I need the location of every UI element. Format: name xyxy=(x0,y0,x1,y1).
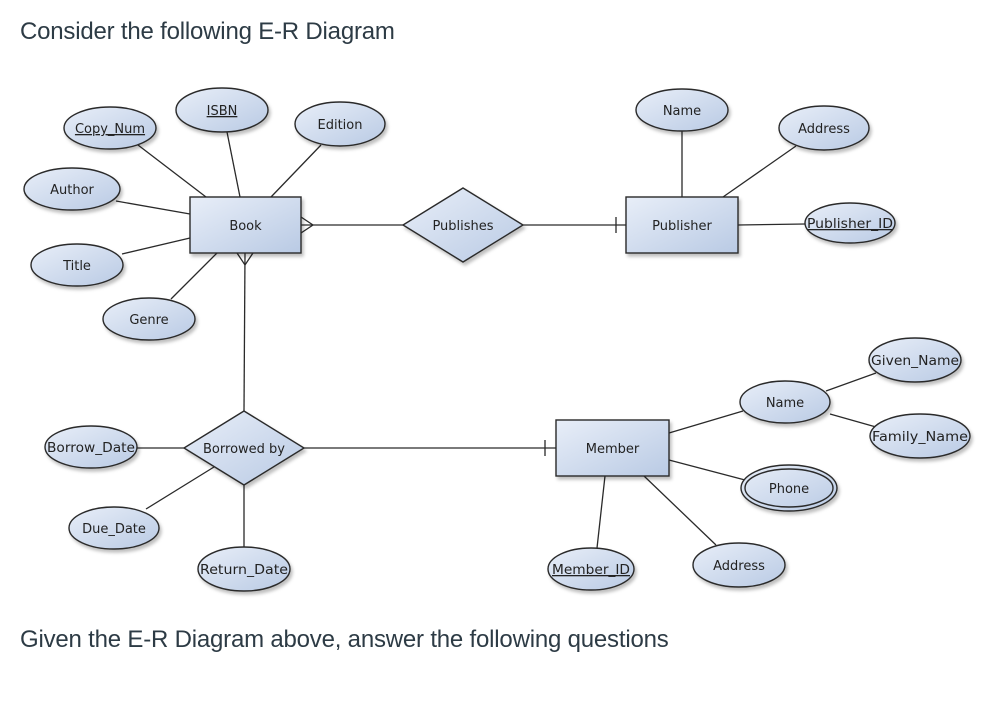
instructions-heading: Given the E-R Diagram above, answer the … xyxy=(20,626,669,653)
attribute-borrow-date-label: Borrow_Date xyxy=(47,441,135,456)
attribute-publisher-name-label: Name xyxy=(663,104,701,119)
attribute-publisher-id-label: Publisher_ID xyxy=(807,217,893,232)
attribute-author[interactable]: Author xyxy=(23,167,121,211)
edge-pubaddress-publisher xyxy=(722,145,797,198)
edge-familyname-memname xyxy=(829,413,877,428)
attribute-given-name-label: Given_Name xyxy=(871,354,959,369)
attribute-family-name-label: Family_Name xyxy=(872,430,968,445)
attribute-borrow-date[interactable]: Borrow_Date xyxy=(44,425,138,469)
attribute-member-name-label: Name xyxy=(766,396,804,411)
entity-book-label: Book xyxy=(229,219,262,234)
edge-memname-member xyxy=(668,410,744,434)
entity-member[interactable]: Member xyxy=(555,419,670,477)
attribute-isbn[interactable]: ISBN xyxy=(175,87,269,133)
attribute-phone-label: Phone xyxy=(769,482,809,497)
edge-duedate-borrowedby xyxy=(145,466,215,510)
edge-isbn-book xyxy=(226,131,241,198)
edge-edition-book xyxy=(270,144,322,198)
edge-memberid-member xyxy=(596,475,606,549)
edge-book-borrowedby xyxy=(243,252,246,412)
relationship-borrowed-by-label: Borrowed by xyxy=(203,442,285,457)
edge-title-book xyxy=(121,237,191,255)
attribute-member-name[interactable]: Name xyxy=(739,380,831,424)
attribute-edition-label: Edition xyxy=(318,118,363,133)
attribute-publisher-name[interactable]: Name xyxy=(635,88,729,132)
edge-publisherid-publisher xyxy=(737,223,806,226)
attribute-title-label: Title xyxy=(62,259,91,274)
attribute-copy-num-label: Copy_Num xyxy=(75,122,145,137)
attribute-author-label: Author xyxy=(50,183,94,198)
attribute-return-date-label: Return_Date xyxy=(200,563,288,578)
er-diagram: Book Publisher Member Publishes Borrowed… xyxy=(23,87,971,592)
entity-publisher-label: Publisher xyxy=(652,219,712,234)
edge-copy-num-book xyxy=(137,144,207,198)
relationship-publishes-label: Publishes xyxy=(432,219,493,234)
attribute-title[interactable]: Title xyxy=(30,243,124,287)
attribute-genre[interactable]: Genre xyxy=(102,297,196,341)
entity-book[interactable]: Book xyxy=(189,196,302,254)
attribute-member-id-label: Member_ID xyxy=(552,563,630,578)
edge-author-book xyxy=(115,200,191,215)
attribute-publisher-address[interactable]: Address xyxy=(778,105,870,151)
edge-memaddress-member xyxy=(643,475,717,546)
attribute-family-name[interactable]: Family_Name xyxy=(869,413,971,459)
attribute-member-id[interactable]: Member_ID xyxy=(547,547,635,591)
attribute-given-name[interactable]: Given_Name xyxy=(868,337,962,383)
relationship-publishes[interactable]: Publishes xyxy=(401,187,525,263)
attribute-edition[interactable]: Edition xyxy=(294,101,386,147)
attribute-phone[interactable]: Phone xyxy=(740,464,838,512)
edge-phone-member xyxy=(668,459,746,481)
attribute-copy-num[interactable]: Copy_Num xyxy=(63,106,157,150)
edge-givenname-memname xyxy=(825,372,877,392)
attribute-due-date-label: Due_Date xyxy=(82,522,146,537)
attribute-due-date[interactable]: Due_Date xyxy=(68,506,160,550)
entity-publisher[interactable]: Publisher xyxy=(625,196,739,254)
edge-genre-book xyxy=(170,252,218,300)
attribute-isbn-label: ISBN xyxy=(207,104,238,119)
attribute-return-date[interactable]: Return_Date xyxy=(197,546,291,592)
attribute-genre-label: Genre xyxy=(129,313,168,328)
attribute-member-address-label: Address xyxy=(713,559,765,574)
entity-member-label: Member xyxy=(586,442,640,457)
attribute-publisher-id[interactable]: Publisher_ID xyxy=(804,202,896,244)
attribute-publisher-address-label: Address xyxy=(798,122,850,137)
attribute-member-address[interactable]: Address xyxy=(692,542,786,588)
